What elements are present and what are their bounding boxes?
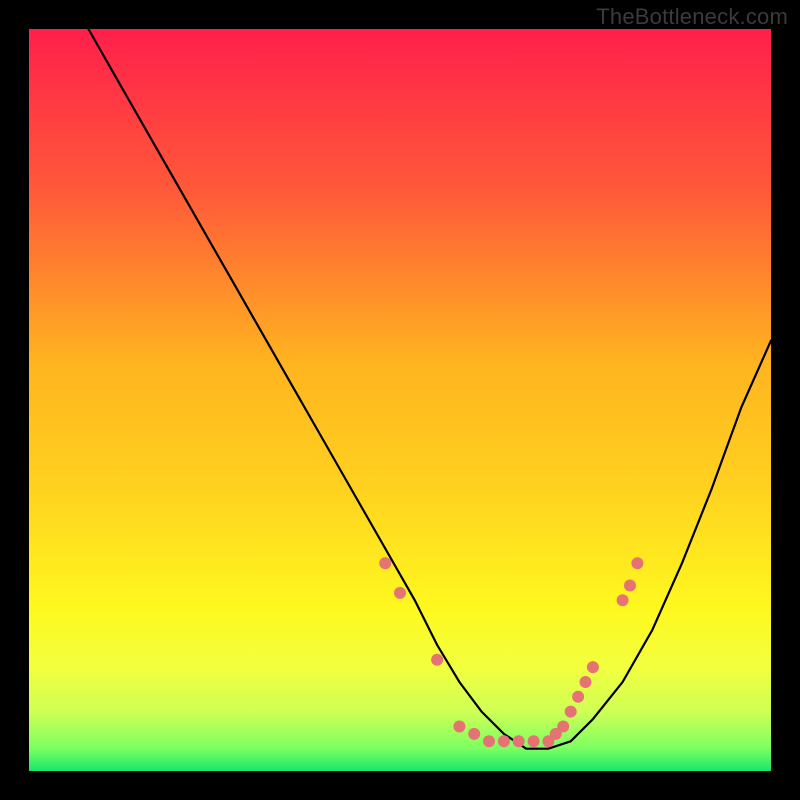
marker-dot xyxy=(498,735,510,747)
plot-frame xyxy=(29,29,771,771)
marker-dot xyxy=(468,728,480,740)
bottleneck-curve-line xyxy=(88,29,771,749)
bottleneck-chart xyxy=(29,29,771,771)
marker-dot xyxy=(528,735,540,747)
marker-dot xyxy=(431,654,443,666)
marker-dot xyxy=(572,691,584,703)
marker-dot xyxy=(617,594,629,606)
marker-dot xyxy=(631,557,643,569)
attribution-text: TheBottleneck.com xyxy=(596,4,788,30)
marker-dot xyxy=(624,580,636,592)
marker-dot xyxy=(565,706,577,718)
marker-dot xyxy=(587,661,599,673)
chart-series xyxy=(88,29,771,749)
marker-dot xyxy=(379,557,391,569)
marker-dot xyxy=(394,587,406,599)
marker-dots xyxy=(379,557,643,747)
marker-dot xyxy=(513,735,525,747)
marker-dot xyxy=(580,676,592,688)
marker-dot xyxy=(483,735,495,747)
marker-dot xyxy=(453,721,465,733)
marker-dot xyxy=(557,721,569,733)
